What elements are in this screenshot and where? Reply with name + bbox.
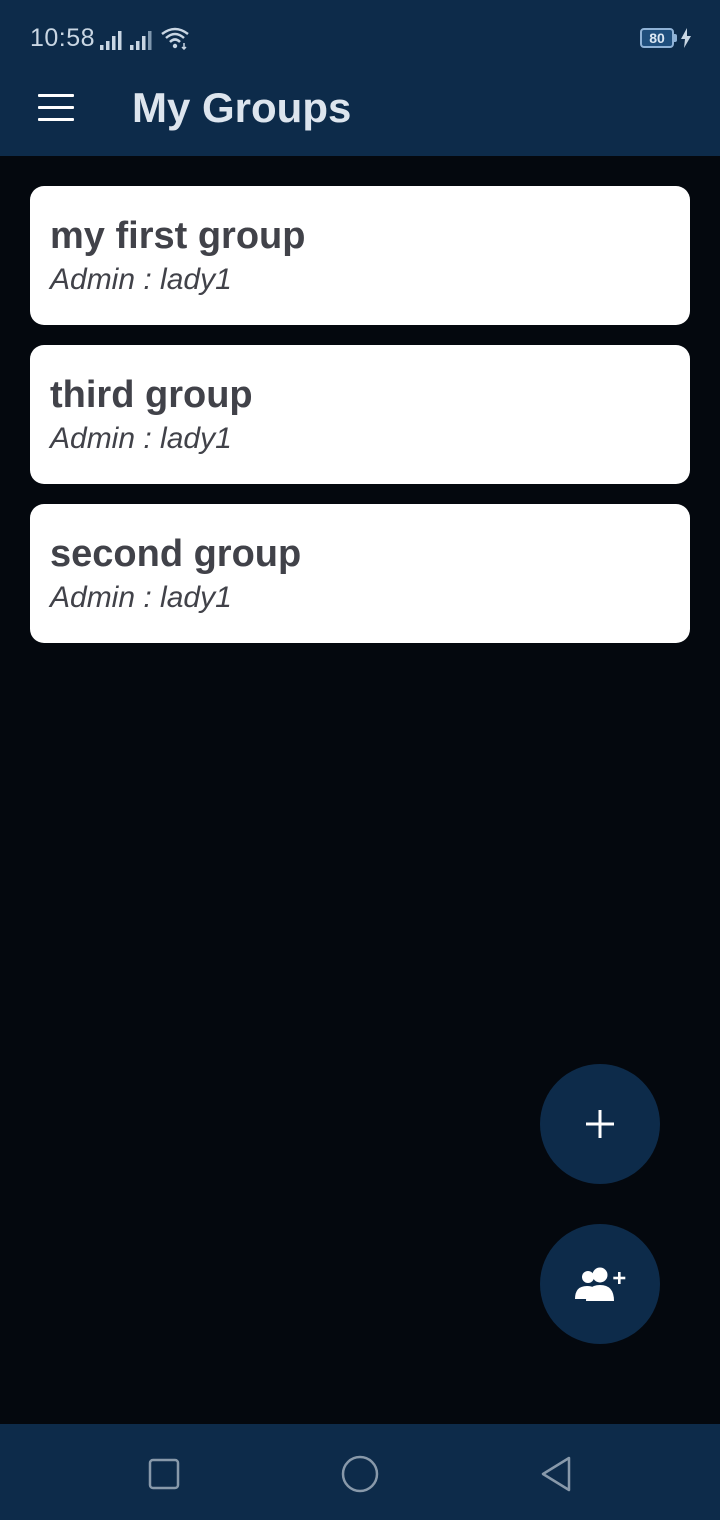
status-time: 10:58: [30, 24, 96, 52]
charging-icon: [681, 28, 691, 48]
app-bar: My Groups: [0, 78, 720, 156]
group-card[interactable]: my first group Admin : lady1: [30, 186, 690, 325]
create-group-button[interactable]: [540, 1064, 660, 1184]
group-card[interactable]: second group Admin : lady1: [30, 504, 690, 643]
signal-icon: [130, 31, 152, 50]
group-name: my first group: [50, 215, 306, 257]
group-list: my first group Admin : lady1 third group…: [30, 186, 690, 663]
recents-square-icon: [148, 1458, 180, 1490]
plus-icon: [586, 1110, 614, 1138]
battery-level: 80: [649, 30, 665, 46]
recents-button[interactable]: [140, 1450, 188, 1498]
group-name: second group: [50, 533, 302, 575]
system-nav-bar: [0, 1424, 720, 1520]
home-circle-icon: [341, 1455, 379, 1493]
group-admin: Admin : lady1: [50, 422, 232, 455]
back-button[interactable]: [532, 1450, 580, 1498]
group-card[interactable]: third group Admin : lady1: [30, 345, 690, 484]
add-user-icon: [575, 1267, 626, 1301]
battery-tip: [674, 34, 677, 42]
status-icons: [100, 26, 190, 50]
join-group-button[interactable]: [540, 1224, 660, 1344]
group-admin: Admin : lady1: [50, 263, 232, 296]
group-name: third group: [50, 374, 253, 416]
back-triangle-icon: [541, 1456, 571, 1492]
status-bar: 10:58 80: [0, 0, 720, 78]
wifi-icon: [161, 27, 189, 50]
battery-icon: 80: [640, 28, 674, 48]
signal-icon: [100, 31, 122, 50]
home-button[interactable]: [336, 1450, 384, 1498]
page-title: My Groups: [132, 84, 352, 131]
group-admin: Admin : lady1: [50, 581, 232, 614]
hamburger-menu-icon[interactable]: [38, 94, 76, 124]
